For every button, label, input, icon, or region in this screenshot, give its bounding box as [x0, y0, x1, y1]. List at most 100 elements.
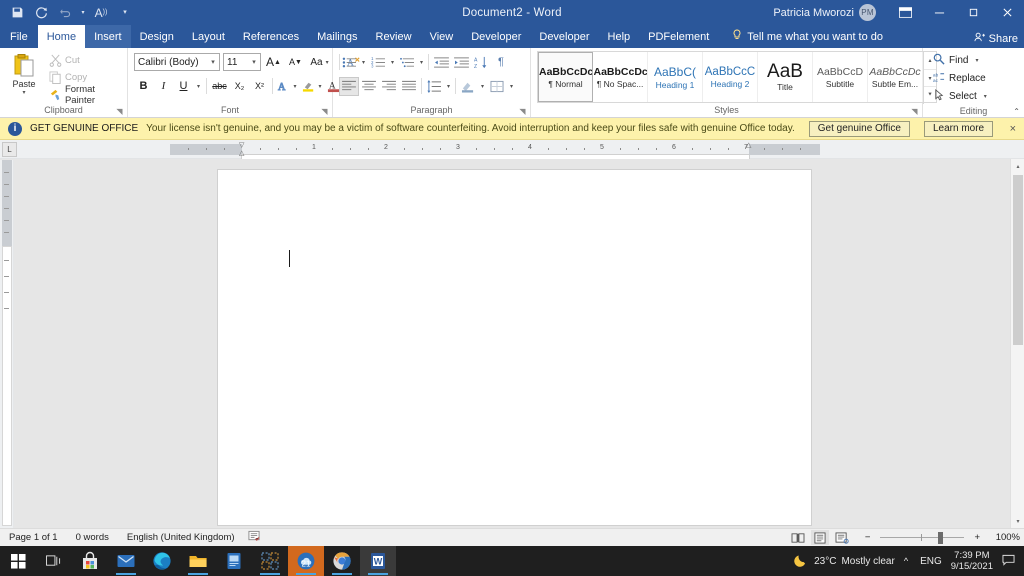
align-right-button[interactable] — [379, 77, 399, 96]
text-effects-button[interactable]: A▾ — [276, 77, 300, 96]
scrollbar-thumb[interactable] — [1013, 175, 1023, 345]
center-button[interactable] — [359, 77, 379, 96]
page-number-status[interactable]: Page 1 of 1 — [0, 532, 67, 543]
style-normal[interactable]: AaBbCcDc ¶ Normal — [538, 52, 593, 102]
zoom-out-button[interactable]: − — [855, 532, 877, 543]
chevron-down-icon[interactable]: ▾ — [981, 93, 990, 100]
style-no-spacing[interactable]: AaBbCcDc ¶ No Spac... — [593, 52, 648, 102]
decrease-indent-button[interactable] — [431, 53, 451, 72]
weather-widget[interactable]: 23°C Mostly clear — [793, 552, 895, 571]
style-subtle-emphasis[interactable]: AaBbCcDc Subtle Em... — [868, 52, 923, 102]
banner-close-icon[interactable]: × — [1010, 123, 1016, 135]
print-layout-button[interactable] — [811, 530, 829, 545]
replace-button[interactable]: abac Replace — [929, 69, 990, 87]
chevron-down-icon[interactable]: ▾ — [248, 58, 260, 66]
zoom-level-label[interactable]: 100% — [990, 532, 1020, 543]
learn-more-button[interactable]: Learn more — [924, 121, 993, 137]
format-painter-button[interactable]: Format Painter — [46, 86, 123, 103]
bullets-button[interactable] — [339, 53, 359, 72]
file-explorer-icon[interactable] — [180, 546, 216, 576]
cut-button[interactable]: Cut — [46, 52, 123, 69]
weather-icon[interactable]: 21 — [288, 546, 324, 576]
scroll-down-icon[interactable]: ▾ — [1011, 514, 1024, 528]
tab-file[interactable]: File — [0, 25, 38, 48]
increase-indent-button[interactable] — [451, 53, 471, 72]
web-layout-button[interactable] — [833, 530, 851, 545]
microsoft-store-icon[interactable] — [72, 546, 108, 576]
find-button[interactable]: Find ▾ — [929, 51, 985, 69]
scroll-up-icon[interactable]: ▴ — [1011, 159, 1024, 173]
notifications-icon[interactable] — [999, 554, 1018, 569]
chevron-down-icon[interactable]: ▾ — [478, 83, 487, 90]
clock[interactable]: 7:39 PM 9/15/2021 — [951, 550, 993, 572]
chevron-down-icon[interactable]: ▾ — [359, 59, 368, 66]
underline-button[interactable]: U — [174, 77, 193, 96]
language-status[interactable]: English (United Kingdom) — [118, 532, 244, 543]
chevron-down-icon[interactable]: ▾ — [417, 59, 426, 66]
ruler-track[interactable]: 1 2 3 4 5 6 7 ▽ △ △ — [170, 144, 820, 155]
get-genuine-office-button[interactable]: Get genuine Office — [809, 121, 910, 137]
avatar[interactable]: PM — [859, 4, 876, 21]
numbering-button[interactable]: 123 — [368, 53, 388, 72]
strikethrough-button[interactable]: abc — [210, 77, 229, 96]
microsoft-word-icon[interactable]: W — [360, 546, 396, 576]
document-canvas[interactable] — [0, 159, 1024, 528]
bold-button[interactable]: B — [134, 77, 153, 96]
proofing-errors-icon[interactable] — [244, 530, 264, 545]
font-size-combo[interactable]: 11 ▾ — [223, 53, 261, 71]
multilevel-list-button[interactable] — [397, 53, 417, 72]
chevron-down-icon[interactable]: ▾ — [507, 83, 516, 90]
show-formatting-marks-button[interactable]: ¶ — [491, 53, 511, 72]
zoom-slider-thumb[interactable] — [938, 532, 943, 544]
sort-button[interactable]: AZ — [471, 53, 491, 72]
minimize-button[interactable] — [922, 0, 956, 25]
font-family-combo[interactable]: Calibri (Body) ▾ — [134, 53, 220, 71]
microsoft-edge-icon[interactable] — [144, 546, 180, 576]
vertical-scrollbar[interactable]: ▴ ▾ — [1010, 159, 1024, 528]
subscript-button[interactable]: X₂ — [230, 77, 249, 96]
change-case-button[interactable]: Aa▾ — [308, 53, 334, 72]
read-mode-button[interactable] — [789, 530, 807, 545]
ribbon-display-options-icon[interactable] — [888, 0, 922, 25]
tab-references[interactable]: References — [234, 25, 308, 48]
chevron-down-icon[interactable]: ▾ — [388, 59, 397, 66]
app-icon[interactable] — [252, 546, 288, 576]
select-button[interactable]: Select ▾ — [929, 87, 994, 105]
chevron-down-icon[interactable]: ▾ — [972, 57, 981, 64]
tab-developer-2[interactable]: Developer — [530, 25, 598, 48]
zoom-in-button[interactable]: + — [968, 532, 986, 543]
tab-review[interactable]: Review — [367, 25, 421, 48]
close-button[interactable] — [990, 0, 1024, 25]
tab-help[interactable]: Help — [599, 25, 640, 48]
tab-insert[interactable]: Insert — [85, 25, 131, 48]
zoom-slider[interactable] — [880, 531, 964, 545]
language-indicator[interactable]: ENG — [917, 556, 945, 567]
shading-button[interactable] — [458, 77, 478, 96]
align-left-button[interactable] — [339, 77, 359, 96]
chevron-down-icon[interactable]: ▾ — [207, 58, 219, 66]
superscript-button[interactable]: X² — [250, 77, 269, 96]
account-name[interactable]: Patricia Mworozi — [773, 7, 854, 19]
paragraph-dialog-launcher-icon[interactable]: ◥ — [518, 107, 527, 116]
font-dialog-launcher-icon[interactable]: ◥ — [320, 107, 329, 116]
document-page[interactable] — [218, 170, 811, 525]
shrink-font-button[interactable]: A▼ — [286, 53, 305, 72]
chevron-down-icon[interactable]: ▾ — [22, 89, 25, 96]
chevron-down-icon[interactable]: ▾ — [444, 83, 453, 90]
tab-mailings[interactable]: Mailings — [308, 25, 366, 48]
tab-pdfelement[interactable]: PDFelement — [639, 25, 718, 48]
first-line-indent-marker[interactable]: ▽ — [239, 141, 246, 149]
tab-layout[interactable]: Layout — [183, 25, 234, 48]
left-indent-marker[interactable]: △ — [239, 149, 246, 157]
word-count-status[interactable]: 0 words — [67, 532, 118, 543]
style-heading-1[interactable]: AaBbC( Heading 1 — [648, 52, 703, 102]
chevron-down-icon[interactable]: ▾ — [316, 83, 325, 90]
collapse-ribbon-icon[interactable]: ⌃ — [1013, 107, 1020, 116]
chevron-down-icon[interactable]: ▾ — [194, 83, 203, 90]
share-button[interactable]: Share — [974, 32, 1018, 46]
clipboard-dialog-launcher-icon[interactable]: ◥ — [115, 107, 124, 116]
tab-view[interactable]: View — [421, 25, 463, 48]
mail-icon[interactable] — [108, 546, 144, 576]
grow-font-button[interactable]: A▲ — [264, 53, 283, 72]
justify-button[interactable] — [399, 77, 419, 96]
